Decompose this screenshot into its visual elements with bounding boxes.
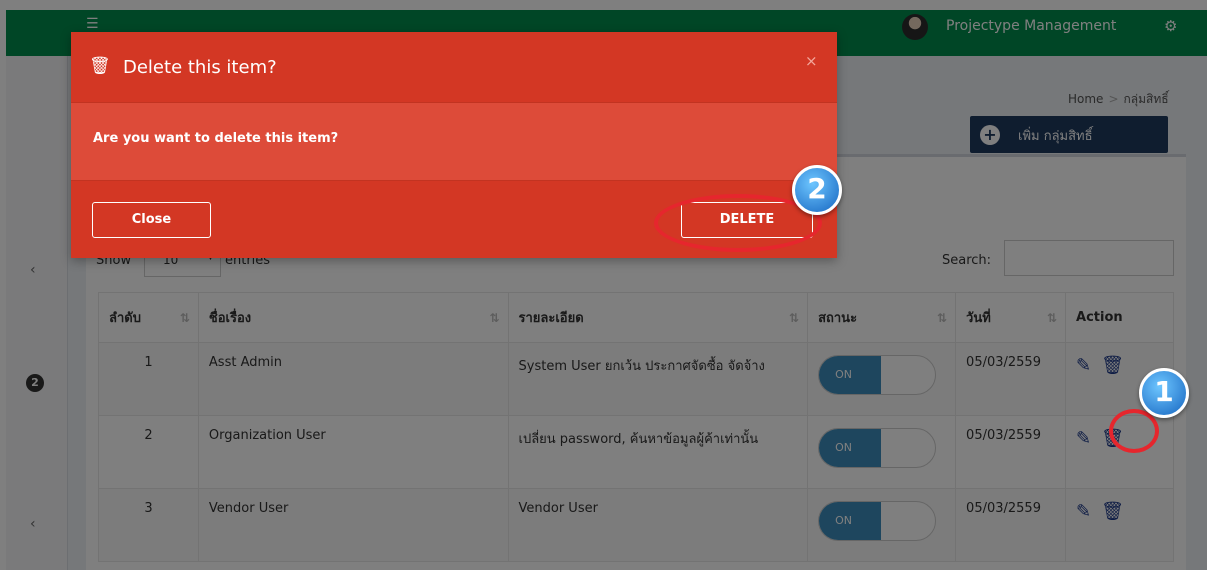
modal-message: Are you want to delete this item?: [93, 131, 339, 146]
trash-icon: 🗑: [89, 56, 111, 76]
modal-header: 🗑 Delete this item? ×: [71, 32, 837, 103]
step-badge-1: 1: [1139, 368, 1189, 418]
step-badge-2: 2: [792, 165, 842, 215]
modal-title: Delete this item?: [123, 57, 277, 78]
close-button[interactable]: Close: [92, 202, 211, 238]
close-icon[interactable]: ×: [805, 52, 818, 70]
trash-highlight-ring: [1109, 409, 1159, 453]
modal-body: Are you want to delete this item?: [71, 103, 837, 180]
